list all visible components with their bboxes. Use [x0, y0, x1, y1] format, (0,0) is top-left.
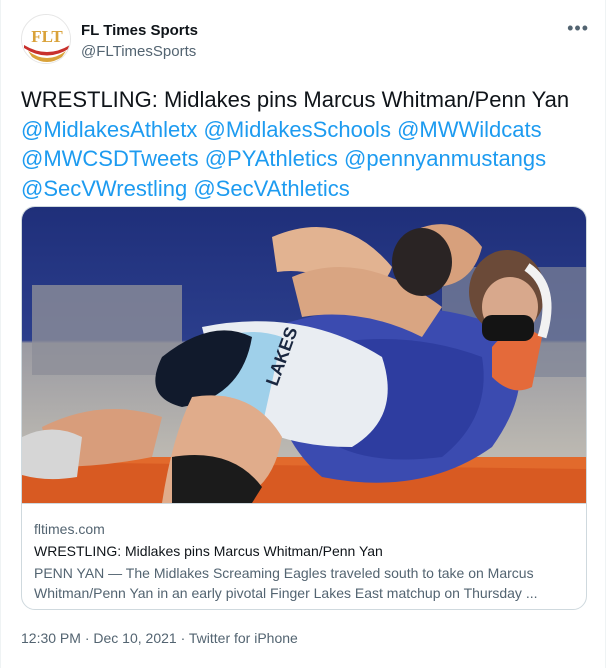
mention-link[interactable]: @PYAthletics — [205, 146, 338, 171]
more-options-icon[interactable]: ••• — [567, 18, 589, 39]
mention-link[interactable]: @SecVAthletics — [193, 176, 349, 201]
separator: · — [84, 630, 90, 646]
tweet-text: WRESTLING: Midlakes pins Marcus Whitman/… — [21, 85, 591, 203]
tweet-body: WRESTLING: Midlakes pins Marcus Whitman/… — [21, 87, 570, 112]
mention-link[interactable]: @pennyanmustangs — [344, 146, 546, 171]
wrestling-photo: LAKES — [22, 207, 586, 503]
avatar-letters: FLT — [31, 27, 63, 46]
tweet: FLT FL Times Sports @FLTimesSports ••• W… — [0, 0, 606, 668]
mention-link[interactable]: @MWCSDTweets — [21, 146, 199, 171]
display-name[interactable]: FL Times Sports — [81, 22, 198, 39]
mention-link[interactable]: @MidlakesAthletx — [21, 117, 197, 142]
avatar[interactable]: FLT — [21, 14, 71, 64]
mention-link[interactable]: @MWWildcats — [397, 117, 542, 142]
mention-link[interactable]: @MidlakesSchools — [204, 117, 391, 142]
tweet-time[interactable]: 12:30 PM — [21, 630, 81, 646]
tweet-metadata: 12:30 PM · Dec 10, 2021 · Twitter for iP… — [21, 630, 298, 646]
fl-times-logo-icon: FLT — [22, 15, 70, 63]
card-info[interactable]: fltimes.com WRESTLING: Midlakes pins Mar… — [22, 503, 586, 609]
mention-link[interactable]: @SecVWrestling — [21, 176, 187, 201]
card-domain: fltimes.com — [34, 521, 105, 537]
card-title: WRESTLING: Midlakes pins Marcus Whitman/… — [34, 543, 383, 559]
link-card[interactable]: LAKES fltimes.com WRESTLING: Midlakes pi… — [21, 206, 587, 610]
tweet-date[interactable]: Dec 10, 2021 — [93, 630, 176, 646]
card-description: PENN YAN — The Midlakes Screaming Eagles… — [34, 565, 538, 601]
card-image[interactable]: LAKES — [22, 207, 586, 503]
tweet-source[interactable]: Twitter for iPhone — [189, 630, 298, 646]
handle[interactable]: @FLTimesSports — [81, 43, 196, 60]
separator: · — [180, 630, 186, 646]
